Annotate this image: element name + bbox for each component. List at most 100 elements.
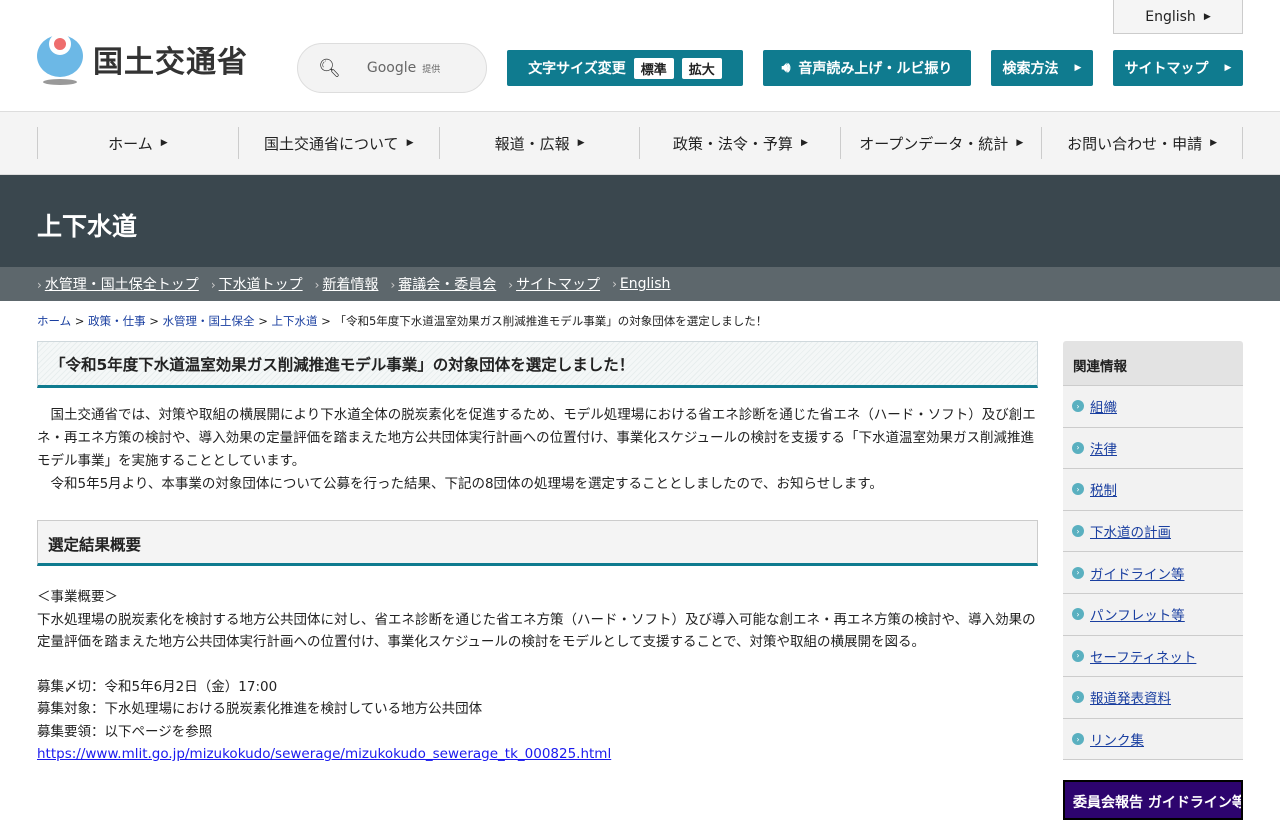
gnav-label: 報道・広報 — [494, 134, 570, 153]
sidebar-link[interactable]: ガイドライン等 — [1090, 563, 1185, 583]
search-brand: Google — [366, 60, 417, 76]
gnav-policy[interactable]: 政策・法令・予算 ▶ — [639, 127, 840, 159]
arrow-right-icon: ▶ — [160, 138, 168, 148]
subnav-link[interactable]: 下水道トップ — [219, 277, 303, 293]
guideline-link[interactable]: https://www.mlit.go.jp/mizukokudo/sewera… — [37, 746, 611, 762]
sitemap-label: サイトマップ — [1124, 61, 1209, 77]
chevron-right-icon: › — [314, 278, 320, 292]
gnav-label: 国土交通省について — [264, 134, 399, 153]
subnav-link[interactable]: English — [620, 276, 671, 292]
sidebar-link[interactable]: 税制 — [1090, 479, 1117, 499]
gnav-press[interactable]: 報道・広報 ▶ — [438, 127, 640, 159]
arrow-right-icon: ▶ — [1210, 138, 1218, 148]
breadcrumb-link[interactable]: ホーム — [37, 314, 71, 328]
speech-button[interactable]: 🔊︎ 音声読み上げ・ルビ振り — [763, 50, 971, 86]
chevron-circle-icon: › — [1072, 441, 1084, 454]
search-provided: 提供 — [422, 65, 441, 75]
search-method-label: 検索方法 — [1002, 61, 1059, 77]
logo-text: 国土交通省 — [93, 45, 248, 80]
chevron-circle-icon: › — [1072, 733, 1084, 746]
subnav-link[interactable]: 水管理・国土保全トップ — [45, 277, 199, 293]
sidebar-link[interactable]: 法律 — [1090, 438, 1117, 458]
sub-nav: › 水管理・国土保全トップ › 下水道トップ › 新着情報 › 審議会・委員会 › サイト… — [0, 267, 1280, 301]
gnav-label: お問い合わせ・申請 — [1067, 134, 1203, 153]
english-label: English — [1145, 8, 1196, 25]
font-large-button[interactable]: 拡大 — [681, 57, 722, 79]
chevron-right-icon: › — [37, 278, 42, 292]
gnav-home[interactable]: ホーム ▶ — [37, 127, 238, 159]
chevron-circle-icon: › — [1072, 525, 1084, 538]
gnav-label: 政策・法令・予算 — [672, 134, 793, 153]
sidebar-item[interactable]: › パンフレット等 — [1063, 593, 1243, 636]
gnav-label: ホーム — [108, 134, 153, 153]
chevron-right-icon: › — [612, 277, 617, 291]
breadcrumb-current: 「令和5年度下水道温室効果ガス削減推進モデル事業」の対象団体を選定しました！ — [334, 314, 768, 328]
global-nav: ホーム ▶ 国土交通省について ▶ 報道・広報 ▶ 政策・法令・予算 ▶ オープンデータ… — [0, 112, 1280, 175]
sidebar-item[interactable]: › 法律 — [1063, 427, 1243, 470]
chevron-circle-icon: › — [1072, 400, 1084, 413]
site-logo[interactable]: 国土交通省 — [37, 33, 248, 85]
speech-label: 音声読み上げ・ルビ振り — [798, 61, 953, 77]
chevron-circle-icon: › — [1072, 608, 1084, 621]
sidebar-item[interactable]: › ガイドライン等 — [1063, 552, 1243, 594]
breadcrumb-link[interactable]: 水管理・国土保全 — [163, 314, 255, 328]
guideline-text: 募集要領：以下ページを参照 — [37, 723, 213, 740]
sidebar-banner[interactable]: 委員会報告 ガイドライン等 — [1063, 780, 1243, 820]
arrow-right-icon: ▶ — [1074, 63, 1082, 73]
sidebar-link[interactable]: 下水道の計画 — [1090, 521, 1171, 541]
sidebar-item[interactable]: › セーフティネット — [1063, 635, 1243, 678]
font-size-label: 文字サイズ変更 — [528, 61, 626, 77]
result-paragraph: 令和5年5月より、本事業の対象団体について公募を行った結果、下記の8団体の処理場… — [37, 476, 883, 492]
arrow-right-icon: ▶ — [406, 138, 414, 148]
subnav-link[interactable]: 審議会・委員会 — [398, 277, 496, 293]
breadcrumb: ホーム > 政策・仕事 > 水管理・国土保全 > 上下水道 > 「令和5年度下水… — [37, 314, 768, 328]
subnav-link[interactable]: サイトマップ — [516, 277, 600, 293]
sidebar-item[interactable]: › 下水道の計画 — [1063, 510, 1243, 553]
sitemap-button[interactable]: サイトマップ ▶ — [1113, 50, 1243, 86]
sidebar: 関連情報 › 組織 › 法律 › 税制 › 下水道の計画 › ガイドライン等 › パンフレッ… — [1063, 341, 1243, 761]
search-box[interactable]: 🔍︎ Google 提供 — [297, 43, 487, 93]
subnav-link[interactable]: 新着情報 — [322, 277, 378, 293]
font-size-control: 文字サイズ変更 標準 拡大 — [507, 50, 743, 86]
section-heading: 選定結果概要 — [37, 520, 1038, 566]
overview-heading: ＜事業概要＞ — [37, 589, 118, 605]
sidebar-link[interactable]: 組織 — [1090, 396, 1117, 416]
sidebar-link[interactable]: 報道発表資料 — [1090, 687, 1171, 707]
breadcrumb-link[interactable]: 政策・仕事 — [88, 314, 146, 328]
arrow-right-icon: ▶ — [800, 138, 808, 148]
page-title: 「令和5年度下水道温室効果ガス削減推進モデル事業」の対象団体を選定しました！ — [37, 341, 1038, 388]
arrow-right-icon: ▶ — [1224, 63, 1232, 73]
font-standard-button[interactable]: 標準 — [633, 57, 674, 79]
overview-block: ＜事業概要＞ 下水処理場の脱炭素化を検討する地方公共団体に対し、省エネ診断を通じ… — [37, 586, 1038, 766]
english-button[interactable]: English ▶ — [1113, 0, 1243, 34]
intro-paragraph: 国土交通省では、対策や取組の横展開により下水道全体の脱炭素化を促進するため、モデ… — [37, 407, 1036, 469]
sidebar-item[interactable]: › 組織 — [1063, 386, 1243, 428]
sidebar-link[interactable]: セーフティネット — [1090, 646, 1196, 666]
gnav-about[interactable]: 国土交通省について ▶ — [237, 127, 439, 159]
site-header: 国土交通省 🔍︎ Google 提供 文字サイズ変更 標準 拡大 🔊︎ 音声読み上… — [0, 0, 1280, 112]
arrow-right-icon: ▶ — [577, 138, 585, 148]
sidebar-item[interactable]: › リンク集 — [1063, 718, 1243, 761]
mlit-logo-icon — [37, 33, 85, 85]
breadcrumb-link[interactable]: 上下水道 — [272, 314, 318, 328]
chevron-circle-icon: › — [1072, 649, 1084, 662]
search-method-button[interactable]: 検索方法 ▶ — [991, 50, 1093, 86]
sidebar-link[interactable]: パンフレット等 — [1090, 604, 1185, 624]
deadline-text: 募集〆切：令和5年6月2日（金）17:00 — [37, 678, 278, 695]
chevron-right-icon: › — [390, 278, 396, 292]
sidebar-link[interactable]: リンク集 — [1090, 729, 1144, 749]
sidebar-item[interactable]: › 報道発表資料 — [1063, 677, 1243, 719]
search-icon[interactable]: 🔍︎ — [318, 58, 341, 79]
arrow-right-icon: ▶ — [1203, 11, 1211, 22]
chevron-right-icon: › — [210, 278, 216, 292]
section-title: 上下水道 — [0, 175, 1280, 267]
main-content: 「令和5年度下水道温室効果ガス削減推進モデル事業」の対象団体を選定しました！ 国… — [37, 341, 1038, 766]
target-text: 募集対象：下水処理場における脱炭素化推進を検討している地方公共団体 — [37, 701, 483, 717]
chevron-circle-icon: › — [1072, 566, 1084, 579]
chevron-right-icon: › — [508, 278, 514, 292]
gnav-opendata[interactable]: オープンデータ・統計 ▶ — [840, 127, 1041, 159]
overview-text: 下水処理場の脱炭素化を検討する地方公共団体に対し、省エネ診断を通じた省エネ方策（… — [37, 611, 1036, 651]
sidebar-item[interactable]: › 税制 — [1063, 469, 1243, 511]
gnav-contact[interactable]: お問い合わせ・申請 ▶ — [1041, 127, 1243, 159]
sidebar-heading: 関連情報 — [1063, 341, 1243, 386]
